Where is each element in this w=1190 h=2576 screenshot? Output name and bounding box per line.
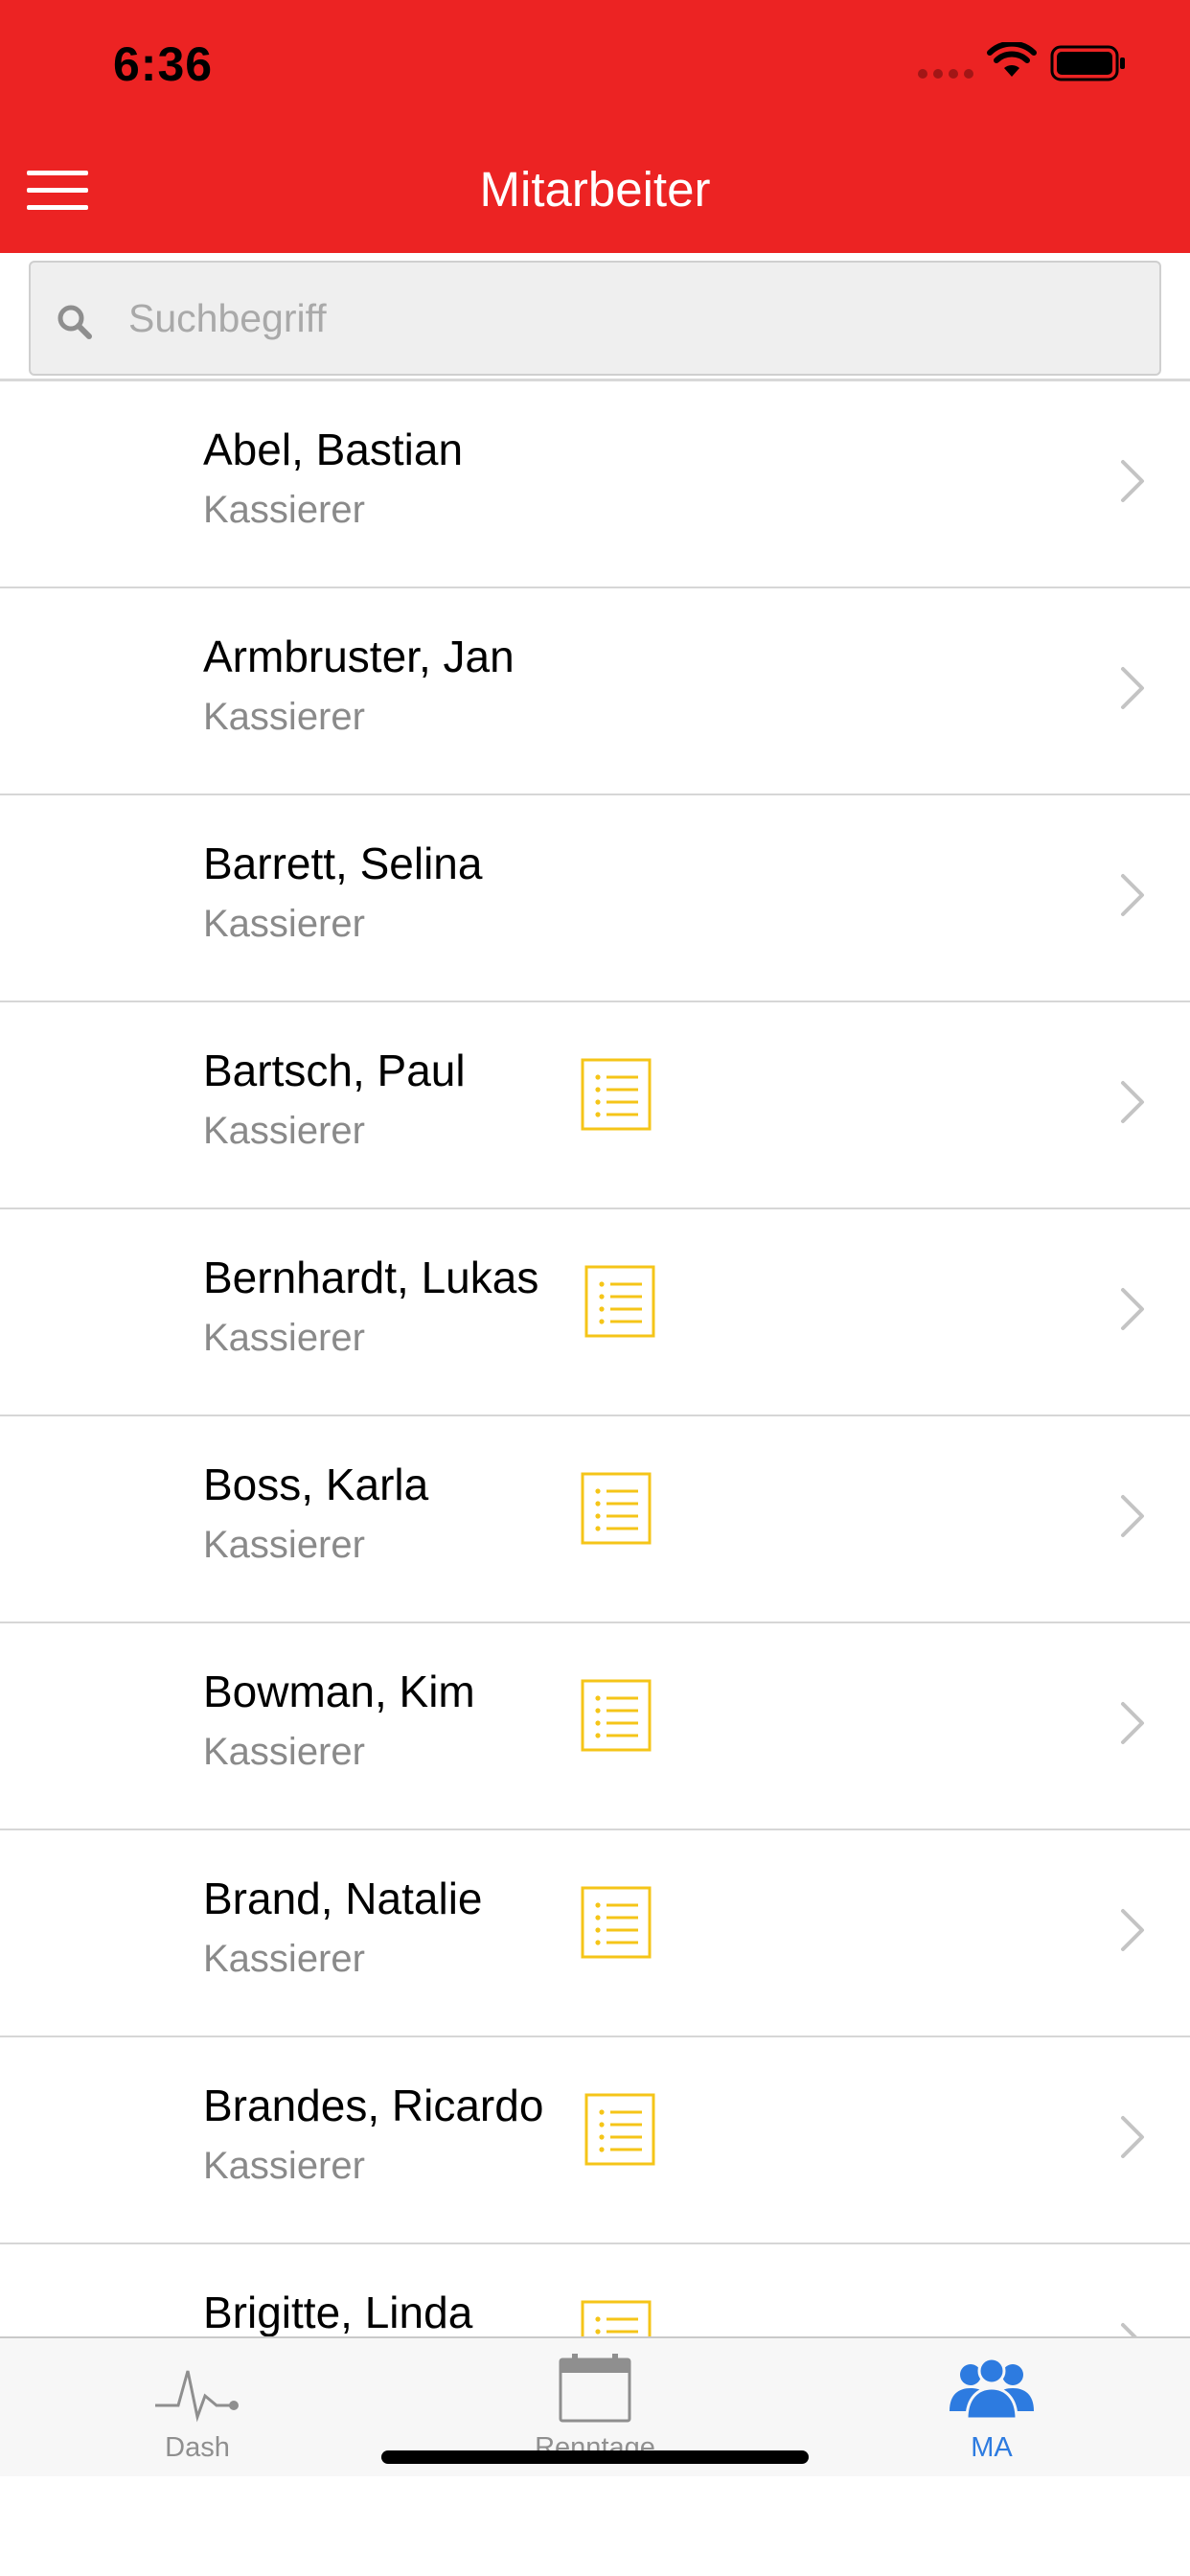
chevron-right-icon	[1121, 2116, 1144, 2158]
signal-dots-icon	[918, 69, 973, 79]
employee-name: Bartsch, Paul	[203, 1046, 466, 1095]
list-icon[interactable]	[581, 1886, 652, 1959]
employee-role: Kassierer	[203, 1317, 365, 1359]
chevron-right-icon	[1121, 2323, 1137, 2336]
employee-name: Bowman, Kim	[203, 1667, 475, 1716]
employee-role: Kassierer	[203, 903, 365, 945]
wifi-icon	[987, 42, 1037, 77]
chevron-right-icon	[1121, 1702, 1144, 1744]
employee-name: Armbruster, Jan	[203, 632, 515, 681]
chevron-right-icon	[1121, 874, 1144, 916]
chevron-right-icon	[1121, 1288, 1144, 1330]
employee-row[interactable]: Abel, Bastian Kassierer	[0, 381, 1190, 588]
chevron-right-icon	[1121, 1495, 1144, 1537]
tab-ma[interactable]: MA	[848, 2338, 1135, 2478]
list-icon[interactable]	[581, 1058, 652, 1131]
employee-name: Bernhardt, Lukas	[203, 1253, 539, 1302]
employee-role: Kassierer	[203, 1938, 365, 1980]
employee-name: Brigitte, Linda	[203, 2288, 473, 2336]
employee-role: Kassierer	[203, 1524, 365, 1566]
navigation-header: 6:36 Mitarbeiter	[0, 0, 1190, 253]
people-icon	[950, 2357, 1034, 2421]
chevron-right-icon	[1121, 1909, 1144, 1951]
chevron-right-icon	[1121, 667, 1144, 709]
calendar-icon	[559, 2354, 631, 2423]
home-indicator-area	[0, 2476, 1190, 2576]
activity-icon	[155, 2370, 239, 2423]
list-icon[interactable]	[581, 2300, 652, 2336]
employee-role: Kassierer	[203, 1731, 365, 1773]
status-time: 6:36	[113, 37, 214, 91]
list-icon[interactable]	[584, 2093, 655, 2166]
tab-label-dash: Dash	[165, 2432, 230, 2463]
employee-row[interactable]: Brandes, Ricardo Kassierer	[0, 2037, 1190, 2244]
chevron-right-icon	[1121, 460, 1144, 502]
employee-name: Boss, Karla	[203, 1460, 429, 1509]
employee-name: Brandes, Ricardo	[203, 2081, 544, 2130]
tab-dash[interactable]: Dash	[54, 2338, 341, 2478]
search-input[interactable]	[128, 289, 1134, 347]
employee-role: Kassierer	[203, 696, 365, 738]
search-icon	[57, 305, 92, 339]
search-bar	[0, 253, 1190, 381]
chevron-right-icon	[1121, 1081, 1144, 1123]
employee-list: Abel, Bastian Kassierer Armbruster, Jan Kas…	[0, 381, 1190, 2336]
employee-name: Abel, Bastian	[203, 425, 464, 474]
list-icon[interactable]	[581, 1472, 652, 1545]
employee-role: Kassierer	[203, 489, 365, 531]
employee-row[interactable]: Barrett, Selina Kassierer	[0, 795, 1190, 1002]
list-icon[interactable]	[584, 1265, 655, 1338]
list-icon[interactable]	[581, 1679, 652, 1752]
employee-name: Barrett, Selina	[203, 839, 483, 888]
battery-icon	[1050, 45, 1125, 81]
employee-row[interactable]: Bowman, Kim Kassierer	[0, 1623, 1190, 1830]
employee-row[interactable]: Armbruster, Jan Kassierer	[0, 588, 1190, 795]
employee-row[interactable]: Bernhardt, Lukas Kassierer	[0, 1209, 1190, 1416]
employee-name: Brand, Natalie	[203, 1874, 483, 1923]
search-field[interactable]	[29, 261, 1161, 376]
employee-row[interactable]: Brigitte, Linda	[0, 2244, 1190, 2336]
tab-label-ma: MA	[971, 2432, 1013, 2463]
home-indicator	[381, 2450, 809, 2464]
employee-role: Kassierer	[203, 1110, 365, 1152]
employee-row[interactable]: Brand, Natalie Kassierer	[0, 1830, 1190, 2037]
employee-row[interactable]: Bartsch, Paul Kassierer	[0, 1002, 1190, 1209]
page-title: Mitarbeiter	[479, 162, 711, 217]
employee-row[interactable]: Boss, Karla Kassierer	[0, 1416, 1190, 1623]
employee-role: Kassierer	[203, 2145, 365, 2187]
